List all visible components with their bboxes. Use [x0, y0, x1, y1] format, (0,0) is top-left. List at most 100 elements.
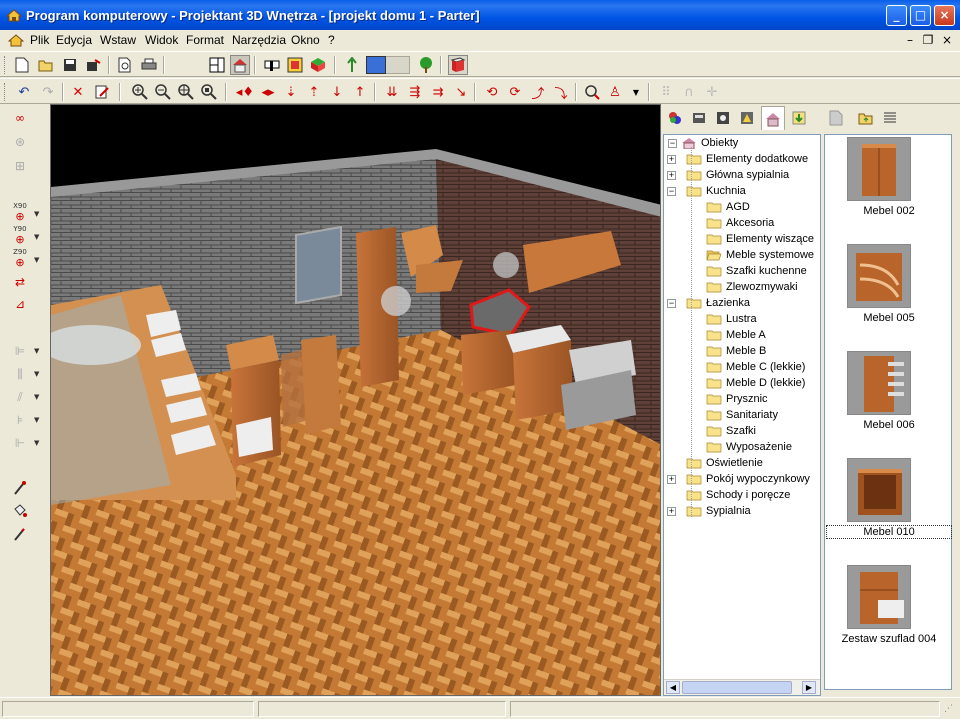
maximize-button[interactable]: □ [910, 5, 931, 26]
tree-item[interactable]: Meble systemowe [706, 247, 814, 263]
rotate-y90-icon[interactable]: Y90 ⊕ [9, 225, 31, 246]
library-tab[interactable] [761, 106, 785, 130]
tree-item[interactable]: Szafki [706, 423, 756, 439]
collapse-icon[interactable]: − [667, 298, 676, 308]
zoom-in-icon[interactable] [130, 82, 150, 102]
tree-item[interactable]: Akcesoria [706, 215, 774, 231]
print-preview-icon[interactable] [115, 55, 135, 75]
menu-format[interactable]: Format [186, 33, 224, 47]
tree-item[interactable]: Prysznic [706, 391, 768, 407]
3d-viewport[interactable] [50, 104, 661, 696]
menu-wstaw[interactable]: Wstaw [100, 33, 136, 47]
tilt-down-icon[interactable]: ⤵ [551, 82, 571, 102]
align-icon[interactable]: ⊿ [9, 294, 31, 314]
list-view-tab[interactable] [880, 108, 900, 128]
zoom-camera-icon[interactable] [582, 82, 602, 102]
rotate-z90-icon[interactable]: Z90 ⊕ [9, 248, 31, 269]
tilt-up-icon[interactable]: ⤴ [528, 82, 548, 102]
distribute-icon[interactable]: ⫼ [9, 364, 31, 384]
spacing-icon[interactable]: ⊧ [9, 410, 31, 430]
minimize-button[interactable]: _ [886, 5, 907, 26]
magnet-icon[interactable]: ∩ [679, 82, 699, 102]
menu-widok[interactable]: Widok [145, 33, 178, 47]
menu-okno[interactable]: Okno [291, 33, 320, 47]
menu-narzedzia[interactable]: Narzędzia [232, 33, 286, 47]
gallery-item-label[interactable]: Mebel 006 [827, 419, 951, 431]
tree-item[interactable]: Lustra [706, 311, 757, 327]
object-view-icon[interactable] [285, 55, 305, 75]
tree-item[interactable]: − Łazienka [667, 295, 750, 311]
walk-3-icon[interactable]: ⇉ [428, 82, 448, 102]
expand-icon[interactable]: + [667, 154, 676, 164]
objects-tab[interactable] [713, 108, 733, 128]
size-icon[interactable]: ⊩ [9, 433, 31, 453]
tree-item[interactable]: Meble D (lekkie) [706, 375, 805, 391]
drawer-unit-icon[interactable] [847, 351, 911, 415]
redo-icon[interactable]: ↷ [38, 82, 58, 102]
move-down-icon[interactable]: ⇣ [281, 82, 301, 102]
distribute-2-icon[interactable]: ⫽ [9, 387, 31, 407]
scroll-left-icon[interactable]: ◀ [666, 681, 680, 694]
mdi-minimize-button[interactable]: – [903, 33, 917, 47]
delete-icon[interactable]: ✕ [68, 82, 88, 102]
tree-item[interactable]: AGD [706, 199, 750, 215]
tall-cabinet-icon[interactable] [847, 137, 911, 201]
expand-icon[interactable]: + [667, 170, 676, 180]
arrow-icon[interactable] [342, 55, 362, 75]
menu-edycja[interactable]: Edycja [56, 33, 92, 47]
up-folder-tab[interactable] [856, 108, 876, 128]
gallery-item-label[interactable]: Mebel 010 [826, 525, 952, 539]
tree-item[interactable]: Meble B [706, 343, 766, 359]
close-button[interactable]: × [934, 5, 955, 26]
zoom-out-icon[interactable] [153, 82, 173, 102]
models-tab[interactable] [737, 108, 757, 128]
lower-icon[interactable]: ↓ [327, 82, 347, 102]
tree-item[interactable]: + Główna sypialnia [667, 167, 789, 183]
tree-root[interactable]: − Obiekty [668, 135, 738, 151]
color-swatch[interactable] [366, 55, 414, 75]
camera-dropdown-icon[interactable]: ▼ [626, 82, 646, 102]
title-bar[interactable]: Program komputerowy - Projektant 3D Wnęt… [0, 0, 960, 30]
collapse-icon[interactable]: − [667, 186, 676, 196]
grid-icon[interactable]: ⠿ [656, 82, 676, 102]
rotate-icon[interactable]: ⊛ [9, 132, 31, 152]
tree-item[interactable]: Oświetlenie [686, 455, 763, 471]
undo-icon[interactable]: ↶ [14, 82, 34, 102]
plan-view-icon[interactable] [207, 55, 227, 75]
import-tab[interactable] [789, 108, 809, 128]
resize-grip-icon[interactable]: ⋰ [944, 704, 956, 716]
tree-item[interactable]: + Pokój wypoczynkowy [667, 471, 810, 487]
eyedropper-icon[interactable] [9, 478, 31, 498]
new-icon[interactable] [12, 55, 32, 75]
mirror-icon[interactable]: ⇄ [9, 272, 31, 292]
move-left-right-icon[interactable]: ◂♦ [235, 82, 255, 102]
tree-item[interactable]: Elementy wiszące [706, 231, 814, 247]
move-both-icon[interactable]: ◂▸ [258, 82, 278, 102]
align-left-icon[interactable]: ⊫ [9, 341, 31, 361]
open-cabinet-icon[interactable] [847, 458, 911, 522]
objects-tree[interactable]: − Obiekty + Elementy dodatkowe + Główna syp… [663, 134, 821, 696]
menu-help[interactable]: ? [328, 33, 335, 47]
mdi-close-button[interactable]: × [940, 33, 954, 47]
tree-item[interactable]: − Kuchnia [667, 183, 746, 199]
collapse-icon[interactable]: − [668, 138, 677, 148]
furniture-gallery[interactable]: Mebel 002 Mebel 005 Mebel 006 Mebel 010 Zest… [824, 134, 952, 690]
raise-icon[interactable]: ↑ [350, 82, 370, 102]
walk-icon[interactable]: ⇊ [382, 82, 402, 102]
gallery-item-label[interactable]: Zestaw szuflad 004 [827, 633, 951, 645]
expand-icon[interactable]: + [667, 506, 676, 516]
properties-icon[interactable] [92, 82, 112, 102]
save-as-icon[interactable] [84, 55, 104, 75]
tree-icon[interactable] [416, 55, 436, 75]
wall-view-icon[interactable] [262, 55, 282, 75]
gallery-item-label[interactable]: Mebel 005 [827, 312, 951, 324]
snap-icon[interactable]: ✛ [702, 82, 722, 102]
document-icon[interactable] [8, 32, 24, 48]
toolbar-grip[interactable] [4, 83, 7, 101]
tree-item[interactable]: Meble C (lekkie) [706, 359, 805, 375]
save-icon[interactable] [60, 55, 80, 75]
walk-2-icon[interactable]: ⇶ [405, 82, 425, 102]
book-icon[interactable] [448, 55, 468, 75]
page-tab[interactable] [826, 108, 846, 128]
scroll-thumb[interactable] [682, 681, 792, 694]
